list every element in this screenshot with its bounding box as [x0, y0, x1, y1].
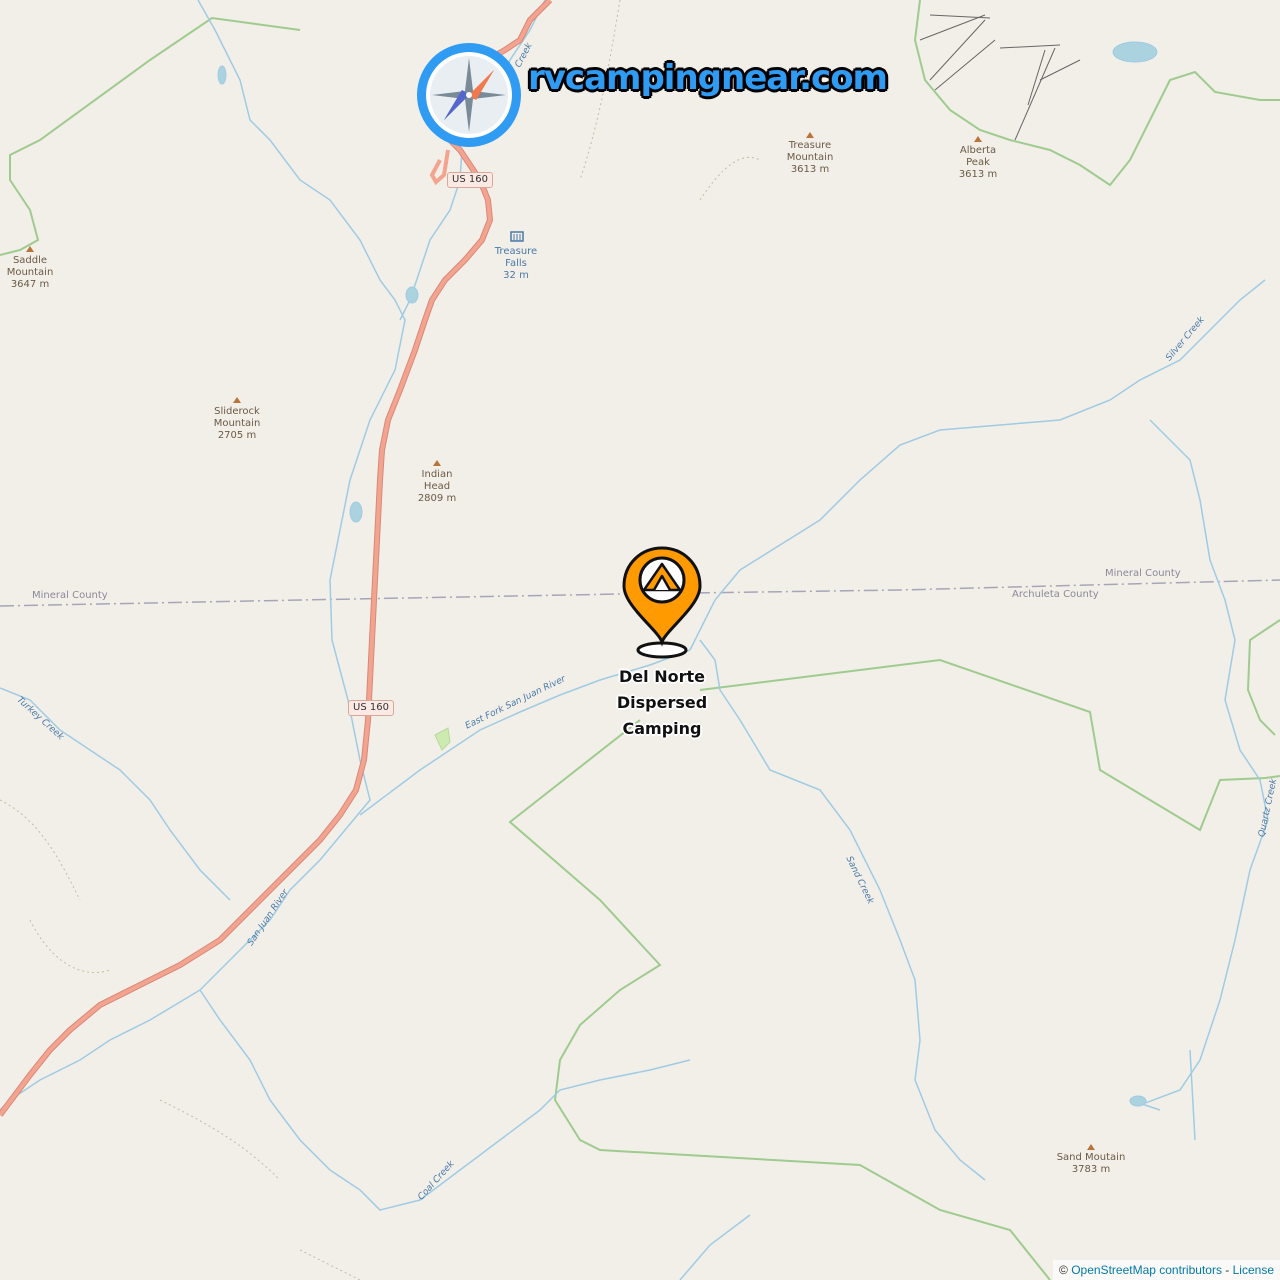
peak-label-indian-head: Indian Head 2809 m [417, 469, 457, 504]
map-attribution: © OpenStreetMap contributors - License [1053, 1260, 1280, 1280]
osm-contributors-link[interactable]: OpenStreetMap contributors [1071, 1263, 1222, 1277]
highway-switchback [429, 149, 450, 186]
peak-label-alberta: Alberta Peak 3613 m [958, 145, 998, 180]
peak-label-sand: Sand Moutain 3783 m [1056, 1152, 1126, 1175]
peak-label-sliderock: Sliderock Mountain 2705 m [213, 406, 261, 441]
brand-logo-text[interactable]: rvcampingnear.com [528, 58, 888, 98]
peak-icon [433, 460, 441, 466]
highway-us160[interactable] [0, 0, 552, 1117]
peak-label-saddle: Saddle Mountain 3647 m [6, 255, 54, 290]
ski-lifts [919, 14, 1081, 141]
county-label-west: Mineral County [32, 590, 108, 601]
peak-icon [1087, 1144, 1095, 1150]
attribution-prefix: © [1059, 1263, 1072, 1277]
attribution-separator: - [1221, 1263, 1233, 1277]
peak-icon [806, 132, 814, 138]
campsite-label[interactable]: Del Norte Dispersed Camping [592, 664, 732, 742]
waterfall-icon [510, 231, 524, 242]
peak-markers [26, 132, 1095, 1150]
peak-label-treasure: Treasure Mountain 3613 m [786, 140, 834, 175]
peak-icon [974, 136, 982, 142]
road-shield-north: US 160 [447, 172, 493, 188]
road-shield-south: US 160 [348, 700, 394, 716]
license-link[interactable]: License [1233, 1263, 1274, 1277]
highway-us160-casing [0, 0, 553, 1117]
waterfall-label: Treasure Falls 32 m [494, 246, 538, 281]
peak-icon [233, 397, 241, 403]
compass-logo-icon [417, 43, 521, 147]
county-label-east-north: Mineral County [1105, 568, 1181, 579]
county-label-east-south: Archuleta County [1012, 589, 1099, 600]
park-area [434, 727, 451, 751]
tent-map-pin-icon[interactable] [622, 546, 702, 660]
